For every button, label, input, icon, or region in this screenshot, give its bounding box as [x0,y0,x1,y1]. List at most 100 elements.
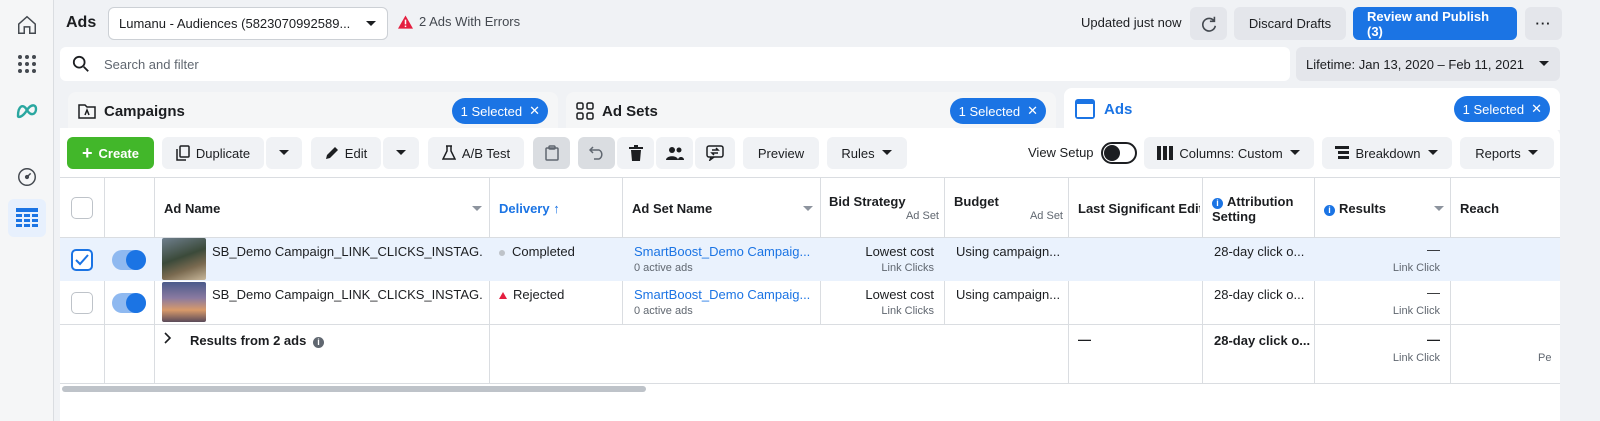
info-icon[interactable]: i [312,337,324,348]
tab-campaigns-label: Campaigns [104,102,185,120]
rules-button[interactable]: Rules [827,137,907,169]
horizontal-scrollbar[interactable] [60,384,1560,394]
search-filter-bar[interactable]: Search and filter [60,47,1290,81]
account-selector[interactable]: Lumanu - Audiences (5823070992589... [108,7,388,40]
tab-campaigns[interactable]: Campaigns 1 Selected ✕ [68,92,558,130]
header-ad-set-name-label: Ad Set Name [632,201,713,216]
search-input[interactable]: Search and filter [104,57,199,72]
duplicate-dropdown[interactable] [266,137,302,169]
header-bid-strategy[interactable]: Bid Strategy Ad Set [829,194,939,222]
tab-ads[interactable]: Ads 1 Selected ✕ [1064,88,1560,130]
preview-button[interactable]: Preview [743,137,819,169]
attribution-value: 28-day click o... [1214,244,1305,259]
dashboard-gauge-icon[interactable] [8,158,46,196]
ab-test-button[interactable]: A/B Test [428,137,524,169]
ad-name-link[interactable]: SB_Demo Campaign_LINK_CLICKS_INSTAG... [212,244,482,259]
ad-status-toggle[interactable] [112,293,146,313]
clipboard-button[interactable] [533,137,570,169]
compare-button[interactable] [695,137,735,169]
refresh-icon [1201,16,1216,32]
more-options-button[interactable]: ··· [1525,7,1562,40]
header-ad-name[interactable]: Ad Name [164,201,474,216]
close-icon[interactable]: ✕ [529,103,540,119]
date-range-label: Lifetime: Jan 13, 2020 – Feb 11, 2021 [1306,56,1525,72]
review-publish-button[interactable]: Review and Publish (3) [1353,7,1517,40]
header-reach[interactable]: Reach [1460,201,1560,216]
header-budget[interactable]: Budget Ad Set [954,194,1063,222]
refresh-button[interactable] [1190,7,1227,40]
ads-manager-table-icon[interactable] [8,199,46,237]
summary-label-text: Results from 2 ads [190,333,307,348]
select-all-checkbox[interactable] [71,197,93,219]
tab-ad-sets[interactable]: Ad Sets 1 Selected ✕ [566,92,1056,130]
summary-expand-button[interactable] [164,332,172,347]
summary-last-edit: — [1078,332,1091,347]
ad-set-link[interactable]: SmartBoost_Demo Campaig... [634,244,814,259]
flask-icon [441,145,456,160]
columns-button[interactable]: Columns: Custom [1144,137,1314,169]
row-checkbox[interactable] [71,292,93,314]
ads-selected-pill[interactable]: 1 Selected ✕ [1453,96,1550,122]
results-value: — [1427,242,1440,257]
row-checkbox[interactable] [71,249,93,271]
undo-button[interactable] [578,137,615,169]
more-icon: ··· [1535,16,1552,31]
budget-value: Using campaign... [956,244,1061,259]
summary-reach-sub: Pe [1538,352,1552,364]
caret-down-icon [366,20,376,26]
header-bid-strategy-sub: Ad Set [905,210,939,222]
reports-button[interactable]: Reports [1460,137,1554,169]
edit-button[interactable]: Edit [311,137,381,169]
date-range-selector[interactable]: Lifetime: Jan 13, 2020 – Feb 11, 2021 [1296,47,1560,81]
header-attribution[interactable]: i Attribution Setting [1212,194,1312,224]
header-results[interactable]: i Results [1324,201,1434,216]
create-button[interactable]: + Create [67,137,154,169]
home-icon[interactable] [8,6,46,44]
bid-strategy-sub: Link Clicks [881,262,934,274]
plus-icon: + [82,142,93,163]
header-attribution-label-2: Setting [1212,209,1257,224]
discard-drafts-button[interactable]: Discard Drafts [1234,7,1346,40]
header-last-edit[interactable]: Last Significant Edit [1078,201,1200,216]
sort-caret-icon[interactable] [803,206,813,212]
toggle-knob [1104,145,1120,161]
ad-status-toggle[interactable] [112,250,146,270]
people-icon [665,147,684,160]
header-ad-name-label: Ad Name [164,201,221,216]
page-title: Ads [66,14,97,31]
view-setup-toggle[interactable] [1101,142,1137,164]
header-ad-set-name[interactable]: Ad Set Name [632,201,807,216]
close-icon[interactable]: ✕ [1531,101,1542,117]
tab-ad-sets-label: Ad Sets [602,102,658,120]
caret-down-icon [1289,150,1300,155]
sort-caret-icon[interactable] [472,206,482,212]
reports-label: Reports [1475,145,1521,161]
row-divider [60,324,1560,325]
errors-indicator[interactable]: 2 Ads With Errors [398,14,520,29]
header-budget-sub: Ad Set [1029,210,1063,222]
ad-set-link[interactable]: SmartBoost_Demo Campaig... [634,287,814,302]
view-setup-label: View Setup [1028,145,1094,160]
campaign-folder-icon [78,104,96,119]
ads-selected-count: 1 Selected [1462,101,1525,117]
ad-name-link[interactable]: SB_Demo Campaign_LINK_CLICKS_INSTAG... [212,287,482,302]
meta-logo-icon[interactable] [8,91,46,129]
app-grid-icon[interactable] [8,45,46,83]
ad-sets-selected-pill[interactable]: 1 Selected ✕ [949,98,1046,124]
edit-dropdown[interactable] [383,137,419,169]
checkmark-icon [75,254,89,266]
results-sub: Link Click [1392,305,1440,317]
scrollbar-thumb[interactable] [62,386,646,392]
delete-button[interactable] [617,137,654,169]
bid-strategy-sub: Link Clicks [881,305,934,317]
header-delivery[interactable]: Delivery ↑ [499,201,614,216]
close-icon[interactable]: ✕ [1027,103,1038,119]
campaigns-selected-pill[interactable]: 1 Selected ✕ [451,98,548,124]
caret-down-icon [881,150,892,155]
clipboard-icon [544,145,559,161]
sort-caret-icon[interactable] [1434,206,1444,212]
info-icon: i [1212,198,1223,209]
breakdown-button[interactable]: Breakdown [1322,137,1452,169]
duplicate-button[interactable]: Duplicate [162,137,264,169]
audience-button[interactable] [656,137,693,169]
